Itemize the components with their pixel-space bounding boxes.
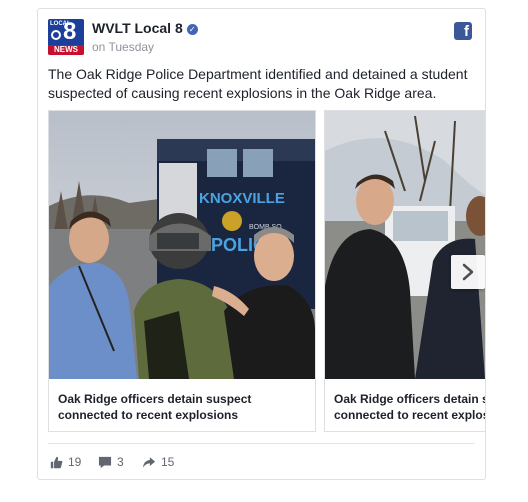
like-thumb-icon	[50, 456, 63, 468]
share-count[interactable]: 15	[142, 455, 174, 469]
logo-news-text: NEWS	[48, 45, 84, 55]
page-name-link[interactable]: WVLT Local 8	[92, 20, 183, 36]
page-avatar[interactable]: LOCAL 8 NEWS	[48, 19, 84, 55]
comment-count[interactable]: 3	[98, 455, 124, 469]
like-count[interactable]: 19	[50, 455, 81, 469]
comment-count-value: 3	[117, 455, 124, 469]
facebook-post-card: LOCAL 8 NEWS WVLT Local 8 ✓ on Tuesday f …	[37, 8, 486, 480]
cbs-eye-icon	[51, 30, 61, 40]
officers-photo	[325, 111, 485, 379]
carousel-slide[interactable]: KNOXVILLE POLICE BOMB SQ Oak Ridge offic…	[48, 110, 316, 432]
share-arrow-icon	[142, 456, 156, 468]
bomb-squad-photo: KNOXVILLE POLICE BOMB SQ	[49, 111, 315, 379]
post-text: The Oak Ridge Police Department identifi…	[48, 66, 468, 101]
logo-number: 8	[63, 19, 77, 45]
actions-divider	[48, 443, 475, 444]
slide-photo[interactable]: KNOXVILLE POLICE BOMB SQ	[49, 111, 315, 379]
carousel-next-button[interactable]	[451, 255, 485, 289]
chevron-right-icon	[462, 263, 474, 281]
truck-lettering: KNOXVILLE	[199, 190, 285, 207]
share-count-value: 15	[161, 455, 175, 469]
comment-bubble-icon	[98, 456, 112, 468]
like-count-value: 19	[68, 455, 82, 469]
slide-caption[interactable]: Oak Ridge officers detain suspect connec…	[334, 391, 485, 423]
photo-carousel: KNOXVILLE POLICE BOMB SQ Oak Ridge offic…	[48, 110, 485, 432]
slide-caption[interactable]: Oak Ridge officers detain suspect connec…	[58, 391, 308, 423]
page-name-row: WVLT Local 8 ✓	[92, 20, 198, 36]
verified-badge-icon: ✓	[186, 24, 198, 35]
facebook-logo-icon[interactable]: f	[454, 22, 472, 40]
post-header: LOCAL 8 NEWS WVLT Local 8 ✓ on Tuesday f	[48, 19, 475, 57]
post-timestamp[interactable]: on Tuesday	[92, 40, 154, 54]
slide-photo[interactable]	[325, 111, 485, 379]
